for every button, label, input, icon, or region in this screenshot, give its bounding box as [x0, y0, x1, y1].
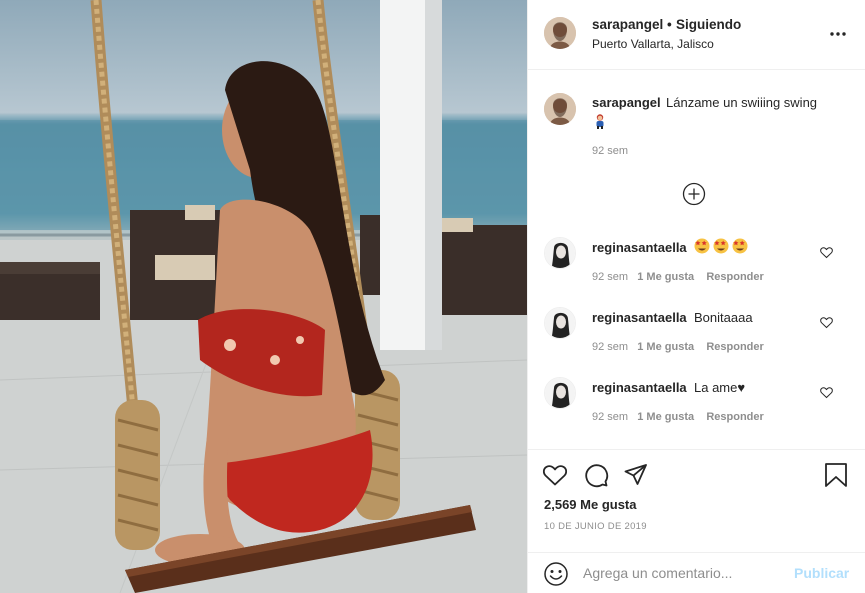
post-location[interactable]: Puerto Vallarta, Jalisco — [592, 37, 714, 51]
caption-text: Lánzame un swiiing swing — [666, 95, 818, 110]
publish-button[interactable]: Publicar — [794, 565, 849, 581]
send-icon[interactable] — [623, 462, 649, 488]
comment-likes-link[interactable]: 1 Me gusta — [637, 341, 694, 353]
comment-username[interactable]: reginasantaella — [592, 380, 687, 395]
commenter-avatar[interactable] — [544, 237, 576, 269]
caption-avatar[interactable] — [544, 93, 576, 125]
plus-circle-icon[interactable] — [682, 182, 706, 206]
person-emoji-icon — [592, 113, 608, 129]
comment-meta: 92 sem 1 Me gusta Responder — [592, 341, 764, 353]
bookmark-icon[interactable] — [823, 462, 849, 488]
comment-heart-icon[interactable] — [820, 316, 833, 329]
comment-input[interactable]: Agrega un comentario... — [583, 565, 732, 581]
author-username[interactable]: sarapangel — [592, 17, 663, 32]
comment-emoji-text — [694, 238, 748, 257]
post-photo-illustration — [0, 0, 527, 593]
follow-status-button[interactable]: Siguiendo — [676, 17, 741, 32]
comment-icon[interactable] — [583, 462, 609, 488]
caption-time: 92 sem — [592, 145, 629, 157]
heart-icon[interactable] — [542, 462, 568, 488]
post-photo[interactable] — [0, 0, 527, 593]
comment-time: 92 sem — [592, 341, 629, 353]
add-comment-bar: Agrega un comentario... Publicar — [528, 552, 865, 593]
comment-likes-link[interactable]: 1 Me gusta — [637, 271, 694, 283]
post-date[interactable]: 10 DE JUNIO DE 2019 — [544, 521, 647, 532]
comment-text: Bonitaaaa — [694, 310, 753, 325]
comment-time: 92 sem — [592, 271, 629, 283]
comment-meta: 92 sem 1 Me gusta Responder — [592, 271, 764, 283]
comment-meta: 92 sem 1 Me gusta Responder — [592, 411, 764, 423]
comment-username[interactable]: reginasantaella — [592, 310, 687, 325]
comment-username[interactable]: reginasantaella — [592, 240, 687, 255]
caption-username[interactable]: sarapangel — [592, 95, 661, 110]
commenter-avatar[interactable] — [544, 377, 576, 409]
comment-time: 92 sem — [592, 411, 629, 423]
emoji-picker-icon[interactable] — [543, 561, 569, 587]
comment-reply-button[interactable]: Responder — [706, 341, 763, 353]
post-actions: 2,569 Me gusta 10 DE JUNIO DE 2019 — [528, 449, 865, 555]
header-separator: • — [667, 17, 672, 32]
star-struck-emoji-icon — [694, 238, 748, 254]
post-header: sarapangel • Siguiendo Puerto Vallarta, … — [528, 0, 865, 70]
comment-likes-link[interactable]: 1 Me gusta — [637, 411, 694, 423]
comment-text: La ame♥ — [694, 380, 746, 395]
author-avatar[interactable] — [544, 17, 576, 49]
likes-count[interactable]: 2,569 Me gusta — [544, 497, 637, 512]
commenter-avatar[interactable] — [544, 307, 576, 339]
comment-heart-icon[interactable] — [820, 246, 833, 259]
comment-reply-button[interactable]: Responder — [706, 271, 763, 283]
comment-heart-icon[interactable] — [820, 386, 833, 399]
comment-reply-button[interactable]: Responder — [706, 411, 763, 423]
post-side-panel: sarapangel • Siguiendo Puerto Vallarta, … — [527, 0, 865, 593]
ellipsis-icon[interactable] — [828, 24, 848, 44]
